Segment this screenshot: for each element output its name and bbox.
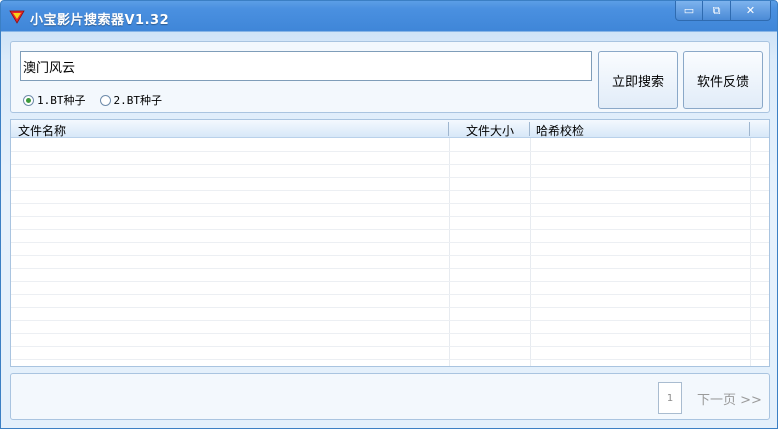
results-table[interactable]: 文件名称 文件大小 哈希校检 (10, 119, 770, 367)
table-row (11, 320, 769, 321)
table-row (11, 242, 769, 243)
table-row (11, 346, 769, 347)
radio-label: 2.BT种子 (113, 94, 163, 107)
app-window: 小宝影片搜索器V1.32 ▭ ⧉ ✕ 1.BT种子 2.BT种子 立即搜 (0, 0, 778, 429)
minimize-button[interactable]: ▭ (675, 1, 703, 21)
column-header-filesize[interactable]: 文件大小 (466, 122, 514, 139)
table-row (11, 216, 769, 217)
table-row (11, 229, 769, 230)
radio-checked-icon (23, 94, 34, 106)
table-row (11, 294, 769, 295)
table-row (11, 190, 769, 191)
table-row (11, 333, 769, 334)
minimize-icon: ▭ (683, 4, 695, 17)
table-row (11, 281, 769, 282)
table-row (11, 268, 769, 269)
radio-bt-seed-2[interactable]: 2.BT种子 (99, 92, 163, 108)
search-button[interactable]: 立即搜索 (598, 51, 678, 109)
table-row (11, 177, 769, 178)
table-row (11, 255, 769, 256)
table-header: 文件名称 文件大小 哈希校检 (11, 120, 769, 138)
radio-label: 1.BT种子 (37, 94, 86, 107)
column-separator[interactable] (529, 122, 530, 136)
source-radio-group: 1.BT种子 2.BT种子 (23, 92, 176, 108)
search-input[interactable] (20, 51, 592, 81)
restore-button[interactable]: ⧉ (703, 1, 731, 21)
column-header-hash[interactable]: 哈希校检 (536, 122, 584, 139)
restore-icon: ⧉ (712, 3, 721, 17)
next-page-link[interactable]: 下一页 >> (697, 389, 762, 408)
feedback-button[interactable]: 软件反馈 (683, 51, 763, 109)
column-header-filename[interactable]: 文件名称 (18, 122, 66, 139)
table-row (11, 307, 769, 308)
search-panel: 1.BT种子 2.BT种子 立即搜索 软件反馈 (10, 41, 770, 113)
page-number[interactable]: 1 (658, 382, 682, 414)
radio-unchecked-icon (99, 94, 111, 106)
radio-bt-seed-1[interactable]: 1.BT种子 (23, 92, 86, 108)
pagination-panel: 1 下一页 >> (10, 373, 770, 420)
superman-s-icon (9, 10, 25, 24)
close-button[interactable]: ✕ (731, 1, 771, 21)
table-row (11, 164, 769, 165)
window-controls: ▭ ⧉ ✕ (675, 1, 771, 21)
table-row (11, 359, 769, 360)
column-separator[interactable] (749, 122, 750, 136)
window-title: 小宝影片搜索器V1.32 (30, 13, 170, 28)
table-row (11, 203, 769, 204)
table-row (11, 151, 769, 152)
close-icon: ✕ (745, 4, 756, 17)
column-separator[interactable] (448, 122, 449, 136)
title-bar[interactable]: 小宝影片搜索器V1.32 ▭ ⧉ ✕ (1, 1, 777, 33)
